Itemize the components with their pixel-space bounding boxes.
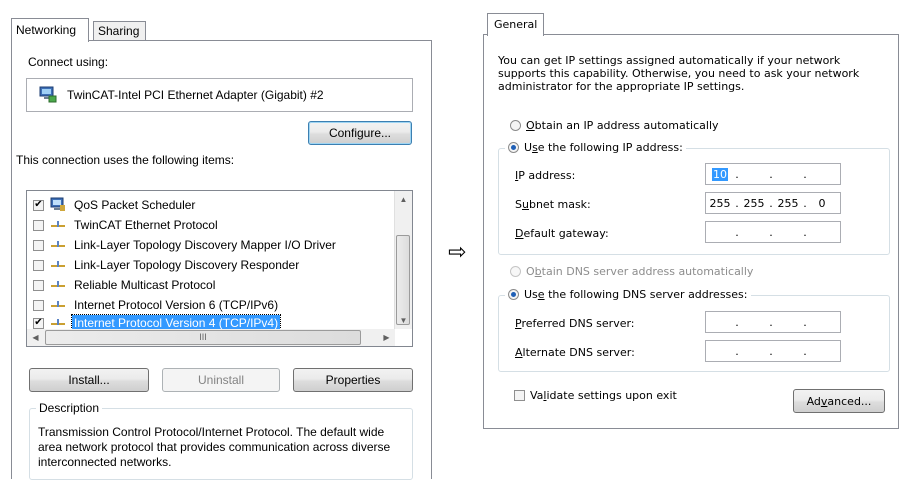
general-tab-panel: You can get IP settings assigned automat… — [483, 34, 899, 429]
radio-label: Obtain an IP address automatically — [526, 119, 719, 132]
vertical-scrollbar[interactable]: ▲ ▼ — [394, 191, 412, 329]
item-label: Internet Protocol Version 6 (TCP/IPv6) — [74, 298, 279, 312]
items-label: This connection uses the following items… — [16, 153, 235, 167]
radio-label: Use the following DNS server addresses: — [524, 288, 748, 301]
item-label: TwinCAT Ethernet Protocol — [74, 218, 218, 232]
list-item-reliable-multicast[interactable]: Reliable Multicast Protocol — [33, 275, 217, 295]
install-button[interactable]: Install... — [29, 368, 149, 392]
description-legend: Description — [36, 401, 103, 415]
radio-obtain-dns-auto[interactable]: Obtain DNS server address automatically — [510, 265, 753, 278]
scroll-down-arrow-icon[interactable]: ▼ — [395, 312, 412, 329]
subnet-mask-field[interactable]: 255. 255. 255. 0 — [705, 192, 841, 214]
radio-use-following-dns[interactable]: Use the following DNS server addresses: — [505, 288, 751, 301]
radio-button[interactable] — [510, 266, 521, 277]
default-gateway-field[interactable]: . . . — [705, 221, 841, 243]
subnet-mask-label: Subnet mask: — [515, 198, 591, 211]
networking-tab-panel: Connect using: TwinCAT-Intel PCI Etherne… — [11, 40, 432, 480]
checkbox-ipv4[interactable]: ✔ — [33, 317, 44, 329]
ipv4-properties-dialog: General You can get IP settings assigned… — [483, 13, 899, 429]
properties-button[interactable]: Properties — [293, 368, 413, 392]
configure-button[interactable]: Configure... — [308, 121, 412, 145]
adapter-box: TwinCAT-Intel PCI Ethernet Adapter (Giga… — [26, 78, 413, 112]
list-item-lltd-mapper[interactable]: Link-Layer Topology Discovery Mapper I/O… — [33, 235, 338, 255]
item-label: Link-Layer Topology Discovery Responder — [74, 258, 300, 272]
right-arrow-icon: ⇨ — [448, 240, 467, 265]
validate-settings-checkbox[interactable]: Validate settings upon exit — [514, 389, 677, 402]
checkbox-twincat[interactable] — [33, 219, 44, 231]
ip-address-label: IP address: — [515, 169, 576, 182]
qos-scheduler-icon — [50, 196, 66, 215]
dns-server-group: Use the following DNS server addresses: … — [498, 288, 890, 372]
scroll-right-arrow-icon[interactable]: ▶ — [378, 329, 395, 346]
tab-networking[interactable]: Networking — [11, 18, 89, 42]
preferred-dns-label: Preferred DNS server: — [515, 317, 635, 330]
default-gateway-label: Default gateway: — [515, 227, 609, 240]
list-item-lltd-responder[interactable]: Link-Layer Topology Discovery Responder — [33, 255, 301, 275]
connect-using-label: Connect using: — [28, 55, 109, 69]
checkbox-reliable-multicast[interactable] — [33, 279, 44, 291]
radio-button[interactable] — [508, 142, 519, 153]
horizontal-scrollbar[interactable]: ◀ III ▶ — [27, 329, 395, 346]
description-group: Description Transmission Control Protoco… — [29, 401, 413, 480]
network-adapter-icon — [39, 85, 57, 106]
uninstall-button[interactable]: Uninstall — [162, 368, 280, 392]
scroll-left-arrow-icon[interactable]: ◀ — [27, 329, 44, 346]
adapter-name: TwinCAT-Intel PCI Ethernet Adapter (Giga… — [67, 88, 324, 102]
list-item-qos[interactable]: ✔ QoS Packet Scheduler — [33, 195, 197, 215]
ip-address-field[interactable]: 10. . . — [705, 163, 841, 185]
radio-obtain-ip-auto[interactable]: Obtain an IP address automatically — [510, 119, 719, 132]
protocol-icon — [50, 258, 66, 273]
description-text: Transmission Control Protocol/Internet P… — [38, 425, 391, 469]
tab-sharing[interactable]: Sharing — [93, 21, 146, 40]
protocol-icon — [50, 238, 66, 253]
ip-address-group: Use the following IP address: IP address… — [498, 141, 890, 255]
radio-label: Obtain DNS server address automatically — [526, 265, 754, 278]
alternate-dns-field[interactable]: . . . — [705, 340, 841, 362]
protocol-icon — [50, 278, 66, 293]
subnet-octet-4[interactable]: 0 — [808, 197, 836, 210]
connection-items-list[interactable]: ✔ QoS Packet Scheduler TwinCAT Ethernet … — [26, 190, 413, 347]
list-item-ipv6[interactable]: Internet Protocol Version 6 (TCP/IPv6) — [33, 295, 280, 315]
checkbox-qos[interactable]: ✔ — [33, 199, 44, 211]
horizontal-scroll-thumb[interactable]: III — [45, 330, 361, 345]
protocol-icon — [50, 298, 66, 313]
list-item-twincat[interactable]: TwinCAT Ethernet Protocol — [33, 215, 220, 235]
scroll-up-arrow-icon[interactable]: ▲ — [395, 191, 412, 208]
item-label: Reliable Multicast Protocol — [74, 278, 216, 292]
item-label: Link-Layer Topology Discovery Mapper I/O… — [74, 238, 336, 252]
subnet-octet-1[interactable]: 255 — [706, 197, 734, 210]
connection-properties-dialog: Networking Sharing Connect using: TwinCA… — [11, 18, 432, 480]
preferred-dns-field[interactable]: . . . — [705, 311, 841, 333]
tab-general[interactable]: General — [487, 13, 545, 36]
checkbox-lltd-mapper[interactable] — [33, 239, 44, 251]
subnet-octet-3[interactable]: 255 — [774, 197, 802, 210]
radio-button[interactable] — [508, 289, 519, 300]
protocol-icon — [50, 218, 66, 233]
checkbox-ipv6[interactable] — [33, 299, 44, 311]
radio-use-following-ip[interactable]: Use the following IP address: — [505, 141, 686, 154]
checkbox-label: Validate settings upon exit — [530, 389, 677, 402]
item-label: QoS Packet Scheduler — [74, 198, 196, 212]
radio-button[interactable] — [510, 120, 521, 131]
alternate-dns-label: Alternate DNS server: — [515, 346, 635, 359]
radio-label: Use the following IP address: — [524, 141, 683, 154]
ip-octet-1[interactable]: 10 — [712, 167, 728, 181]
subnet-octet-2[interactable]: 255 — [740, 197, 768, 210]
checkbox[interactable] — [514, 390, 525, 401]
advanced-button[interactable]: Ad v anced... — [793, 389, 885, 413]
checkbox-lltd-responder[interactable] — [33, 259, 44, 271]
intro-text: You can get IP settings assigned automat… — [498, 54, 860, 93]
